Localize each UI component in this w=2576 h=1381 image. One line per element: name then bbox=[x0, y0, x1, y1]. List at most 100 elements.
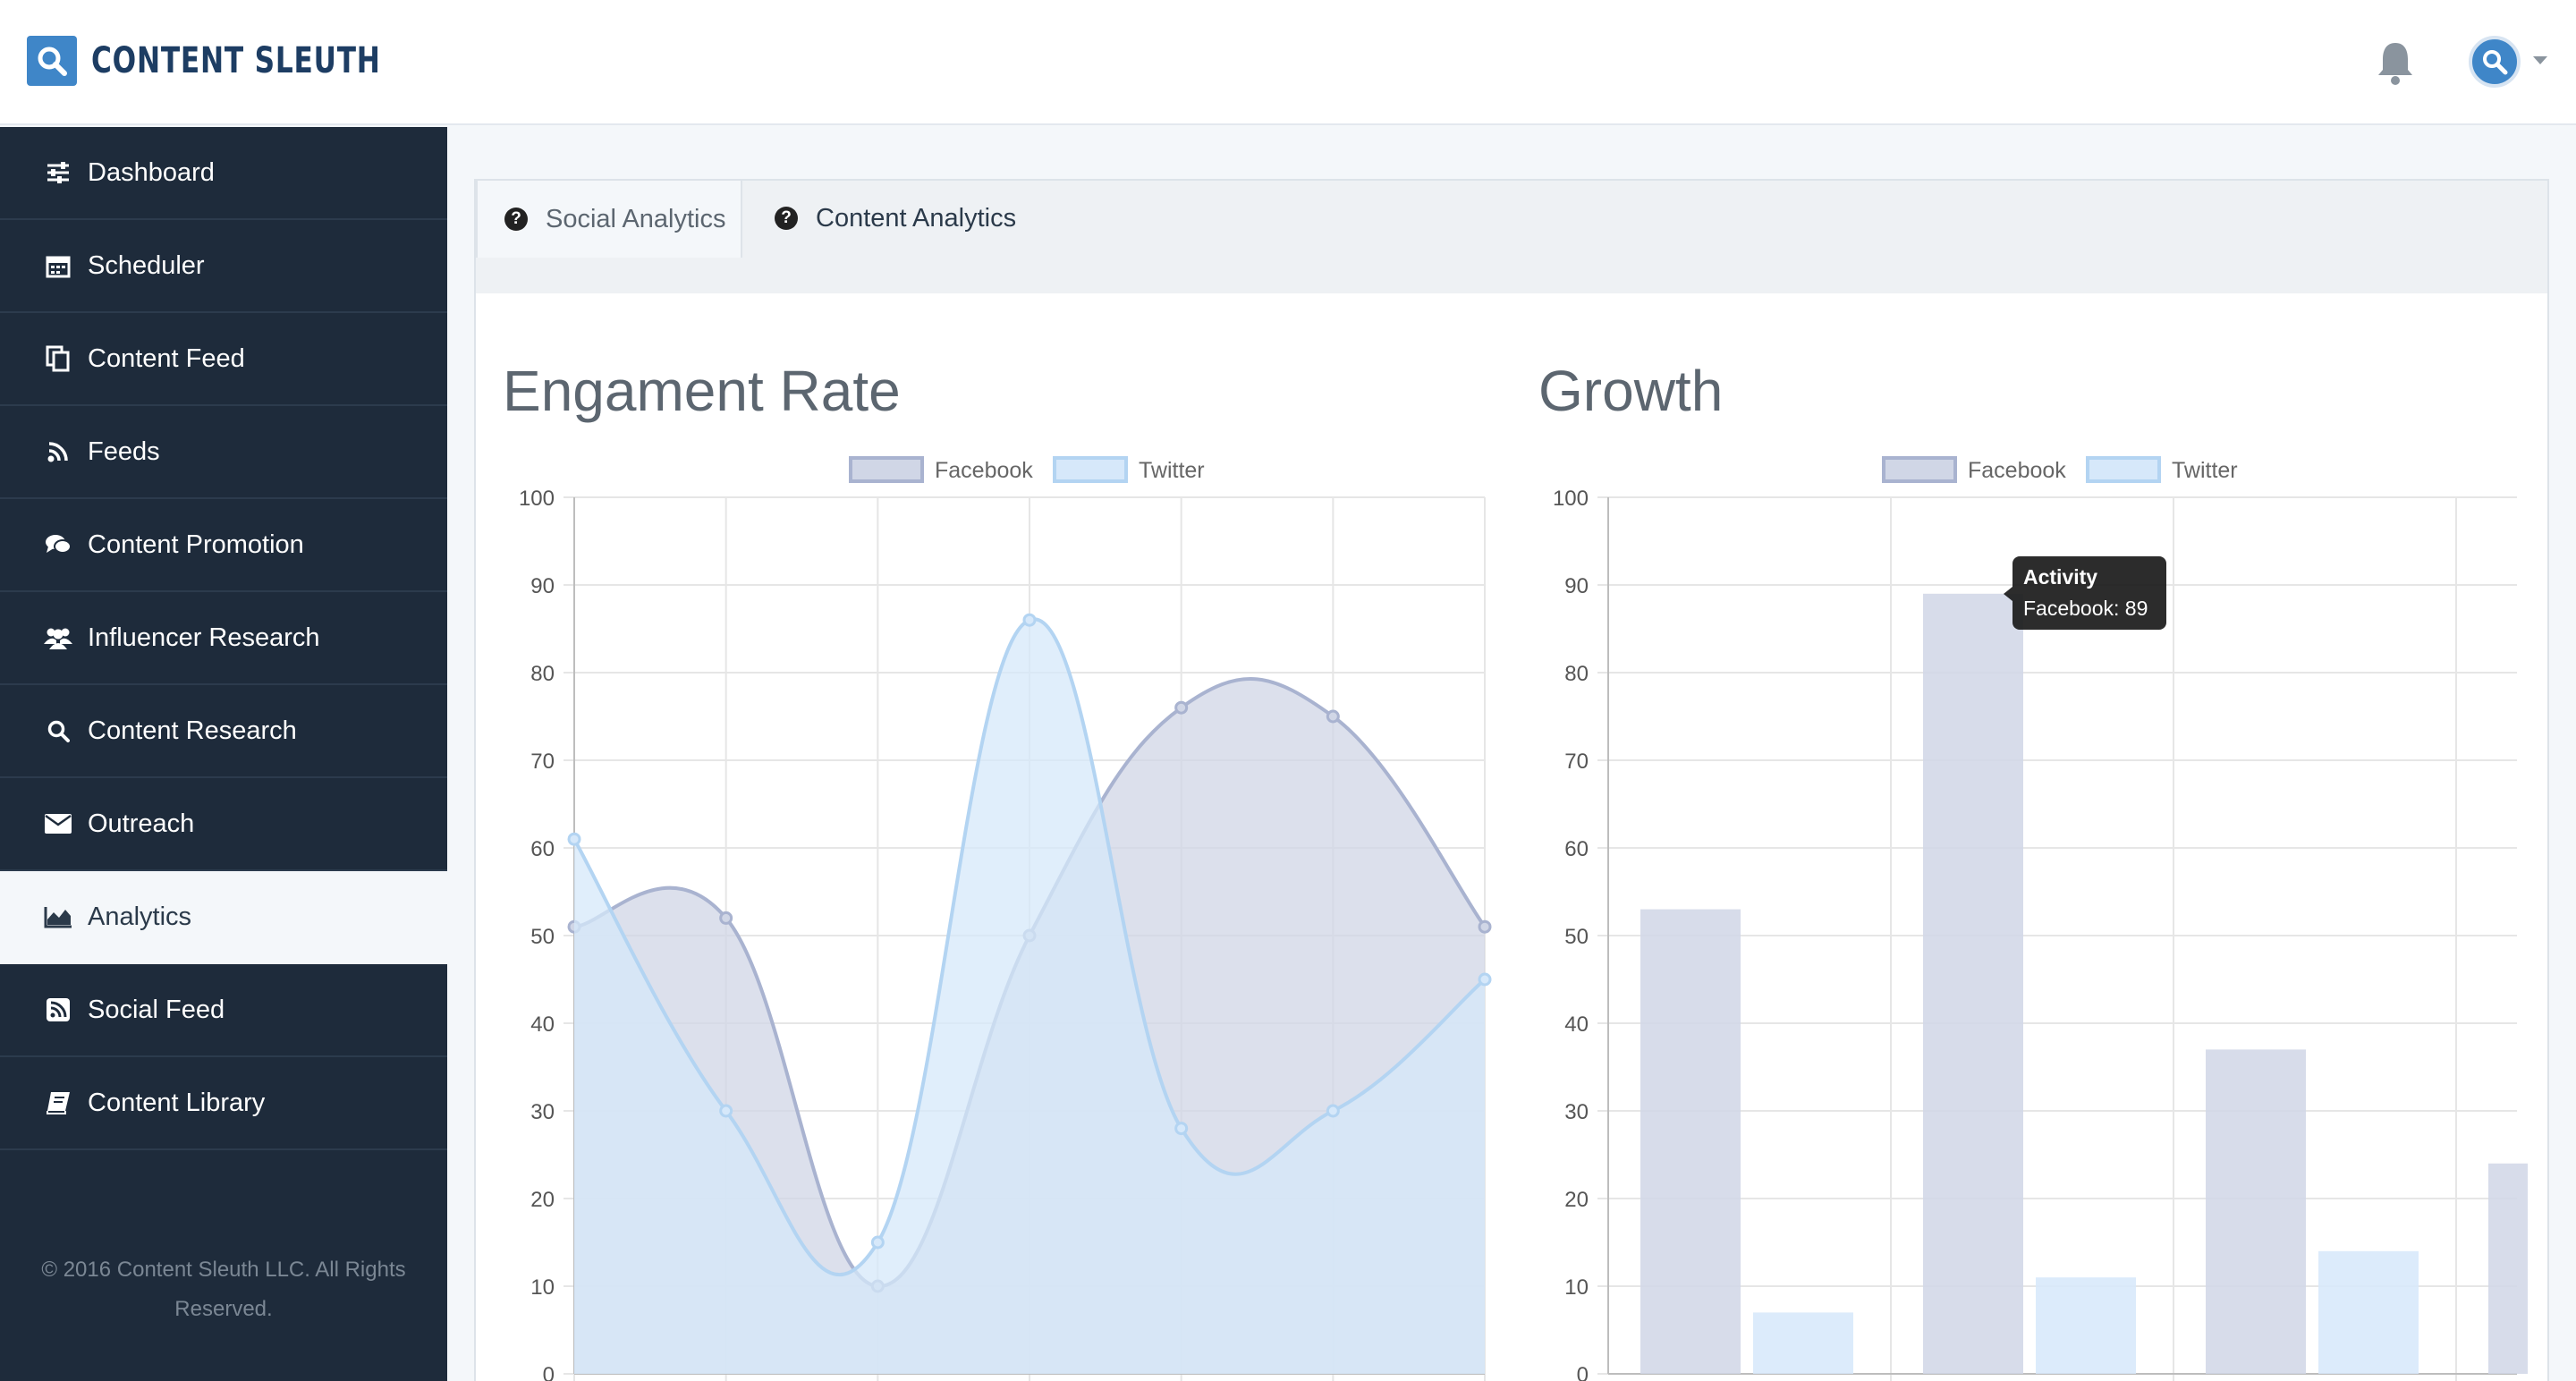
book-icon bbox=[43, 1088, 73, 1118]
y-tick-label: 40 bbox=[530, 1012, 555, 1037]
y-tick-label: 90 bbox=[530, 574, 555, 598]
data-point bbox=[719, 1104, 733, 1118]
y-tick-label: 0 bbox=[543, 1363, 555, 1381]
y-tick-label: 60 bbox=[1564, 837, 1589, 861]
legend-swatch bbox=[1882, 456, 1957, 483]
data-point bbox=[719, 911, 733, 925]
legend-label: Twitter bbox=[1139, 458, 1205, 483]
y-tick-label: 60 bbox=[530, 837, 555, 861]
y-tick-label: 40 bbox=[1564, 1012, 1589, 1037]
sidebar-item-dashboard[interactable]: Dashboard bbox=[0, 127, 447, 220]
tooltip-title: Activity bbox=[2023, 565, 2097, 589]
legend-swatch bbox=[2086, 456, 2161, 483]
y-tick-label: 10 bbox=[1564, 1275, 1589, 1300]
brand-logo[interactable]: CONTENT SLEUTH bbox=[27, 36, 462, 86]
bar-twitter bbox=[2036, 1277, 2136, 1374]
bar-facebook bbox=[1640, 909, 1741, 1374]
sliders-icon bbox=[43, 157, 73, 188]
area-chart-icon bbox=[43, 902, 73, 932]
sidebar-item-outreach[interactable]: Outreach bbox=[0, 778, 447, 871]
sidebar-item-content-promotion[interactable]: Content Promotion bbox=[0, 499, 447, 592]
sidebar-item-analytics[interactable]: Analytics bbox=[0, 871, 447, 964]
chevron-down-icon[interactable] bbox=[2533, 56, 2547, 64]
y-tick-label: 80 bbox=[1564, 662, 1589, 686]
y-tick-label: 30 bbox=[530, 1100, 555, 1124]
tab-label: Content Analytics bbox=[816, 203, 1017, 233]
y-tick-label: 10 bbox=[530, 1275, 555, 1300]
data-point bbox=[1326, 1104, 1340, 1118]
y-tick-label: 0 bbox=[1577, 1363, 1589, 1381]
y-tick-label: 100 bbox=[519, 487, 555, 511]
sidebar-item-label: Social Feed bbox=[88, 995, 225, 1024]
legend-label: Facebook bbox=[1968, 458, 2066, 483]
tab-social-analytics[interactable]: ? Social Analytics bbox=[476, 179, 742, 258]
sidebar-item-content-library[interactable]: Content Library bbox=[0, 1057, 447, 1150]
sidebar-item-label: Scheduler bbox=[88, 250, 205, 280]
legend-swatch bbox=[849, 456, 924, 483]
data-point bbox=[1174, 1122, 1189, 1136]
y-tick-label: 70 bbox=[1564, 750, 1589, 774]
copy-icon bbox=[43, 343, 73, 374]
sidebar-item-content-research[interactable]: Content Research bbox=[0, 685, 447, 778]
copyright-note: © 2016 Content Sleuth LLC. All Rights Re… bbox=[41, 1258, 406, 1321]
question-circle-icon: ? bbox=[504, 208, 528, 231]
comments-icon bbox=[43, 530, 73, 560]
top-header: CONTENT SLEUTH bbox=[0, 0, 2576, 125]
y-tick-label: 80 bbox=[530, 662, 555, 686]
question-circle-icon: ? bbox=[775, 207, 798, 230]
rss-icon bbox=[43, 436, 73, 467]
sidebar-item-label: Dashboard bbox=[88, 157, 215, 187]
y-tick-label: 70 bbox=[530, 750, 555, 774]
bar-facebook bbox=[2206, 1049, 2306, 1374]
tooltip-text: Facebook: 89 bbox=[2023, 597, 2148, 620]
search-icon bbox=[43, 716, 73, 746]
sidebar-item-label: Content Promotion bbox=[88, 530, 304, 559]
sidebar-item-label: Outreach bbox=[88, 809, 195, 838]
tab-content-analytics[interactable]: ? Content Analytics bbox=[775, 179, 1016, 258]
legend-label: Facebook bbox=[935, 458, 1033, 483]
growth-chart-title: Growth bbox=[1538, 359, 1724, 423]
bar-facebook bbox=[1923, 593, 2023, 1374]
sidebar-item-label: Analytics bbox=[88, 902, 192, 931]
sidebar-item-label: Content Feed bbox=[88, 343, 245, 373]
bar-twitter bbox=[2318, 1250, 2419, 1374]
data-point bbox=[1478, 972, 1492, 987]
calendar-icon bbox=[43, 250, 73, 281]
y-tick-label: 50 bbox=[1564, 925, 1589, 949]
user-avatar[interactable] bbox=[2469, 36, 2521, 88]
sidebar-item-influencer-research[interactable]: Influencer Research bbox=[0, 592, 447, 685]
engagement-chart-title: Engament Rate bbox=[503, 359, 901, 423]
growth-chart[interactable]: 1009080706050403020100Facebook TwitterAct… bbox=[1535, 447, 2528, 1381]
tab-label: Social Analytics bbox=[546, 204, 726, 233]
sidebar-item-label: Feeds bbox=[88, 436, 160, 466]
sidebar-item-social-feed[interactable]: Social Feed bbox=[0, 964, 447, 1057]
envelope-icon bbox=[43, 809, 73, 839]
sidebar-item-scheduler[interactable]: Scheduler bbox=[0, 220, 447, 313]
legend-swatch bbox=[1053, 456, 1128, 483]
data-point bbox=[1326, 709, 1340, 724]
y-tick-label: 50 bbox=[530, 925, 555, 949]
y-tick-label: 100 bbox=[1553, 487, 1589, 511]
users-icon bbox=[43, 623, 73, 653]
bar-twitter bbox=[1753, 1312, 1853, 1374]
y-tick-label: 20 bbox=[530, 1188, 555, 1212]
rss-square-icon bbox=[43, 995, 73, 1025]
logo-search-icon bbox=[27, 36, 77, 86]
bell-icon[interactable] bbox=[2376, 39, 2415, 86]
sidebar-item-label: Influencer Research bbox=[88, 623, 320, 652]
legend-label: Twitter bbox=[2172, 458, 2238, 483]
engagement-rate-chart[interactable]: 1009080706050403020100Facebook Twitter bbox=[501, 447, 1494, 1381]
sidebar: Dashboard Scheduler Content Feed Feeds C… bbox=[0, 127, 447, 1381]
sidebar-item-label: Content Research bbox=[88, 716, 297, 745]
data-point bbox=[1478, 919, 1492, 934]
sidebar-item-content-feed[interactable]: Content Feed bbox=[0, 313, 447, 406]
analytics-tabs: ? Social Analytics ? Content Analytics bbox=[474, 179, 2549, 295]
bar-facebook bbox=[2488, 1163, 2528, 1374]
sidebar-item-label: Content Library bbox=[88, 1088, 266, 1117]
data-point bbox=[567, 832, 581, 846]
brand-name: CONTENT SLEUTH bbox=[91, 40, 381, 81]
data-point bbox=[1022, 613, 1037, 627]
sidebar-item-feeds[interactable]: Feeds bbox=[0, 406, 447, 499]
y-tick-label: 20 bbox=[1564, 1188, 1589, 1212]
y-tick-label: 90 bbox=[1564, 574, 1589, 598]
